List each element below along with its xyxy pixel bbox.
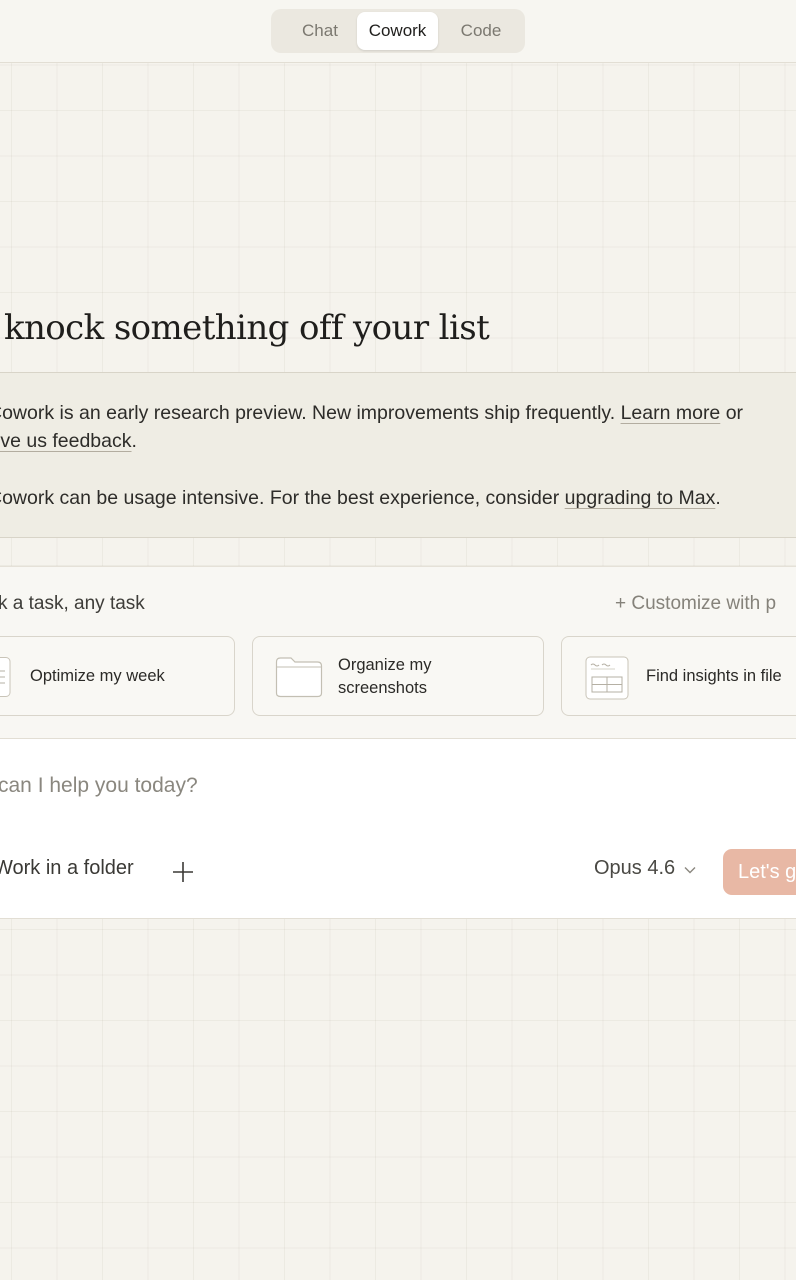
notice-text-1: Cowork is an early research preview. New… — [0, 402, 621, 424]
upgrade-link[interactable]: upgrading to Max — [565, 487, 716, 509]
feedback-link[interactable]: ive us feedback — [0, 430, 132, 452]
notice-line-2: ive us feedback. — [0, 427, 137, 455]
customize-button[interactable]: + Customize with p — [615, 593, 776, 615]
task-section-title: k a task, any task — [0, 593, 145, 614]
notice-line-1: Cowork is an early research preview. New… — [0, 399, 743, 427]
prompt-input[interactable] — [0, 769, 758, 803]
tab-chat[interactable]: Chat — [277, 12, 363, 50]
calendar-icon — [0, 657, 11, 697]
work-in-folder-button[interactable]: Work in a folder — [0, 857, 134, 880]
spreadsheet-icon — [585, 656, 629, 700]
folder-icon — [275, 657, 323, 698]
task-suggestions: k a task, any task + Customize with p Op… — [0, 566, 796, 741]
notice-text-1-tail: or — [720, 402, 744, 424]
page-headline: knock something off your list — [4, 308, 490, 348]
top-bar: Chat Cowork Code — [0, 0, 796, 63]
notice-text-2-tail: . — [715, 487, 721, 509]
notice-text-2: Cowork can be usage intensive. For the b… — [0, 487, 565, 509]
card-label: Organize my screenshots — [338, 656, 432, 697]
submit-button[interactable]: Let's g — [723, 849, 796, 895]
model-selector[interactable]: Opus 4.6 — [594, 857, 675, 880]
task-card-find-insights[interactable]: Find insights in file — [561, 636, 796, 716]
mode-switch: Chat Cowork Code — [271, 9, 525, 53]
tab-code[interactable]: Code — [439, 12, 523, 50]
task-card-optimize-week[interactable]: Optimize my week — [0, 636, 235, 716]
notice-line-3: Cowork can be usage intensive. For the b… — [0, 484, 721, 512]
card-label: Optimize my week — [30, 667, 165, 685]
task-card-organize-screenshots[interactable]: Organize my screenshots — [252, 636, 544, 716]
card-label: Find insights in file — [646, 667, 782, 685]
tab-cowork[interactable]: Cowork — [357, 12, 438, 50]
notice-feedback-tail: . — [131, 430, 137, 452]
composer: Work in a folder Opus 4.6 Let's g — [0, 738, 796, 919]
chevron-down-icon[interactable] — [684, 865, 696, 875]
add-icon[interactable] — [170, 859, 196, 885]
learn-more-link[interactable]: Learn more — [621, 402, 721, 424]
preview-notice: Cowork is an early research preview. New… — [0, 372, 796, 538]
